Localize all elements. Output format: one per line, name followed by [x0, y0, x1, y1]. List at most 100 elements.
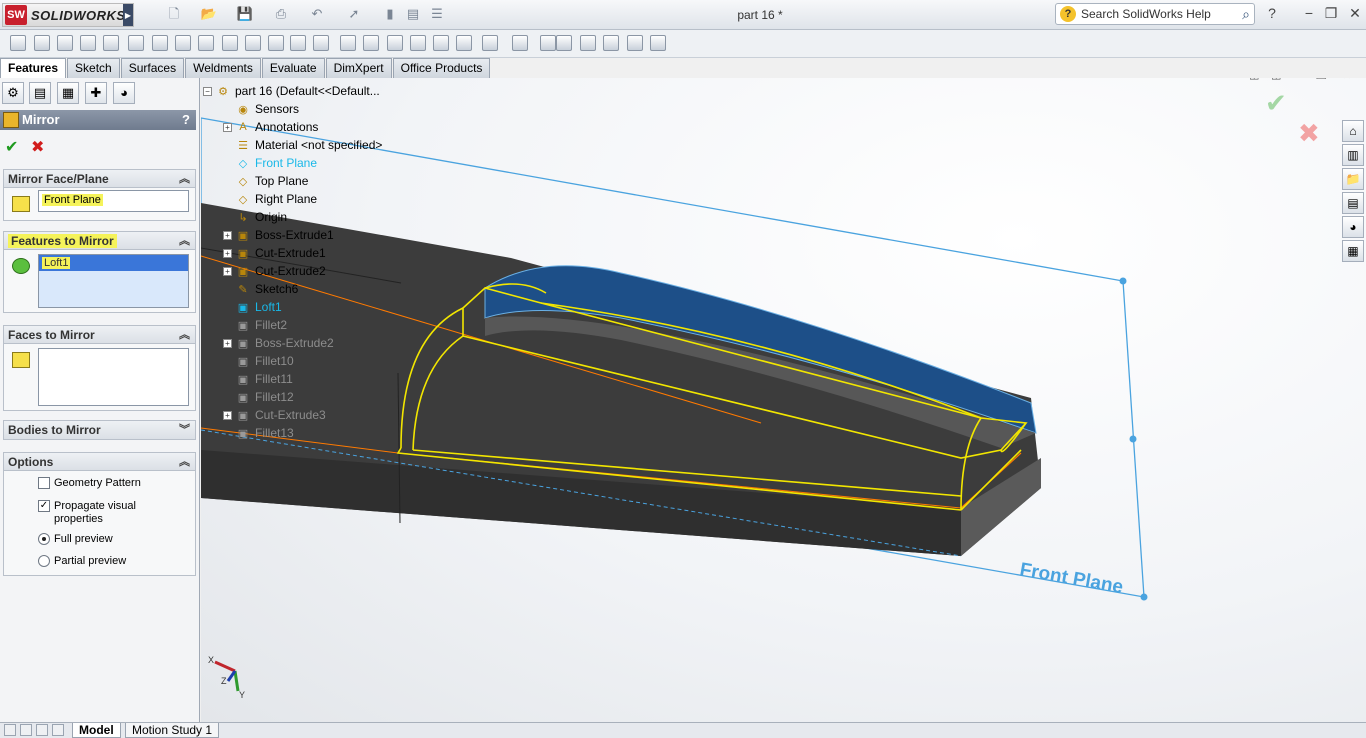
tab-surfaces[interactable]: Surfaces: [120, 58, 185, 78]
file-properties-icon[interactable]: ▤: [404, 6, 422, 22]
feature-tool-icon[interactable]: [433, 35, 449, 51]
view-cube-icon[interactable]: ◫: [597, 78, 613, 80]
previous-view-icon[interactable]: ▧: [962, 78, 978, 80]
tree-item[interactable]: ▣ Fillet2: [223, 316, 287, 334]
feature-tool-icon[interactable]: [363, 35, 379, 51]
view-palette-icon[interactable]: ▤: [1342, 192, 1364, 214]
rebuild-icon[interactable]: ▮: [381, 6, 399, 22]
view-cube-icon[interactable]: ◫: [620, 78, 636, 80]
solidworks-menu-button[interactable]: SW SOLIDWORKS ▶: [2, 3, 134, 27]
expand-icon[interactable]: +: [223, 410, 232, 420]
tree-root[interactable]: − ⚙ part 16 (Default<<Default...: [203, 82, 380, 100]
menu-arrow-icon[interactable]: ▶: [123, 4, 133, 26]
property-manager-tab-icon[interactable]: ▤: [29, 82, 51, 104]
zoom-to-fit-icon[interactable]: ⤢: [551, 78, 567, 80]
scroll-next-icon[interactable]: [36, 724, 48, 736]
tab-motion-study[interactable]: Motion Study 1: [125, 723, 220, 738]
tree-item[interactable]: ▣ Loft1: [223, 298, 282, 316]
select-icon[interactable]: ➚: [345, 6, 363, 22]
scene-icon[interactable]: ◒: [827, 78, 843, 80]
expand-icon[interactable]: +: [223, 122, 232, 132]
tree-item[interactable]: + ▣ Cut-Extrude3: [223, 406, 326, 424]
expand-icon[interactable]: +: [223, 230, 232, 240]
display-manager-tab-icon[interactable]: ◕: [113, 82, 135, 104]
feature-tool-icon[interactable]: [580, 35, 596, 51]
close-button[interactable]: ✕: [1346, 5, 1364, 22]
feature-tool-icon[interactable]: [152, 35, 168, 51]
tree-item[interactable]: ▣ Fillet13: [223, 424, 294, 442]
tree-item[interactable]: ▣ Fillet12: [223, 388, 294, 406]
open-icon[interactable]: 📂: [200, 6, 218, 22]
feature-tool-icon[interactable]: [198, 35, 214, 51]
collapse-icon[interactable]: ︽: [179, 453, 190, 471]
tree-item[interactable]: + A Annotations: [223, 118, 318, 136]
collapse-icon[interactable]: −: [203, 86, 212, 96]
help-icon[interactable]: ?: [1263, 5, 1281, 21]
tree-item[interactable]: ◇ Right Plane: [223, 190, 317, 208]
tree-item[interactable]: + ▣ Cut-Extrude1: [223, 244, 326, 262]
view-settings-icon[interactable]: ▥: [861, 78, 877, 80]
viewport-tile-icon[interactable]: ◫: [1271, 78, 1281, 81]
feature-tool-icon[interactable]: [290, 35, 306, 51]
scroll-first-icon[interactable]: [4, 724, 16, 736]
feature-tool-icon[interactable]: [175, 35, 191, 51]
full-preview-option[interactable]: Full preview: [38, 533, 113, 545]
geometry-pattern-checkbox[interactable]: [38, 477, 50, 489]
feature-tool-icon[interactable]: [456, 35, 472, 51]
tab-evaluate[interactable]: Evaluate: [261, 58, 325, 78]
feature-tool-icon[interactable]: [80, 35, 96, 51]
confirm-cancel-icon[interactable]: ✖: [1298, 118, 1320, 149]
viewport-tile-icon[interactable]: ◫: [1249, 78, 1259, 81]
geometry-pattern-option[interactable]: Geometry Pattern: [38, 477, 141, 489]
expand-icon[interactable]: +: [223, 266, 232, 276]
partial-preview-option[interactable]: Partial preview: [38, 555, 126, 567]
cancel-button[interactable]: ✖: [31, 137, 44, 157]
tab-model[interactable]: Model: [72, 723, 121, 738]
scroll-last-icon[interactable]: [52, 724, 64, 736]
feature-tool-icon[interactable]: [10, 35, 26, 51]
tree-item[interactable]: + ▣ Boss-Extrude2: [223, 334, 334, 352]
feature-tool-icon[interactable]: [512, 35, 528, 51]
file-explorer-icon[interactable]: 📁: [1342, 168, 1364, 190]
viewport-close-icon[interactable]: ✕: [1342, 78, 1352, 82]
propagate-visual-checkbox[interactable]: ✓: [38, 500, 50, 512]
configuration-manager-tab-icon[interactable]: ▦: [57, 82, 79, 104]
minimize-button[interactable]: −: [1300, 5, 1318, 21]
view-cube-icon[interactable]: ◫: [574, 78, 590, 80]
options-heading[interactable]: Options ︽: [4, 453, 195, 471]
search-icon[interactable]: ⌕: [1242, 6, 1250, 23]
tree-item[interactable]: ◇ Top Plane: [223, 172, 309, 190]
view-cube-icon[interactable]: ◫: [666, 78, 682, 80]
view-cube-icon[interactable]: ◫: [643, 78, 659, 80]
tree-item[interactable]: + ▣ Boss-Extrude1: [223, 226, 334, 244]
list-item[interactable]: Loft1: [39, 255, 188, 271]
faces-to-mirror-heading[interactable]: Faces to Mirror ︽: [4, 326, 195, 344]
mirror-plane-field[interactable]: Front Plane: [38, 190, 189, 212]
tab-weldments[interactable]: Weldments: [185, 58, 261, 78]
expand-icon[interactable]: +: [223, 248, 232, 258]
options-icon[interactable]: ☰: [428, 6, 446, 22]
expand-icon[interactable]: +: [223, 338, 232, 348]
features-list[interactable]: Loft1: [38, 254, 189, 308]
features-to-mirror-heading[interactable]: Features to Mirror ︽: [4, 232, 195, 250]
search-input[interactable]: Search SolidWorks Help: [1081, 7, 1242, 21]
section-view-icon[interactable]: ▣: [689, 78, 705, 80]
custom-properties-icon[interactable]: ▦: [1342, 240, 1364, 262]
graphics-area[interactable]: Front Plane X Y Z ⤢ ◫ ◫ ◫ ◫ ◫ ▣ ▤ ◧ ⚘ ● …: [201, 78, 1366, 722]
help-button[interactable]: ?: [182, 112, 190, 127]
home-icon[interactable]: ⌂: [1342, 120, 1364, 142]
bodies-to-mirror-heading[interactable]: Bodies to Mirror ︾: [4, 421, 195, 439]
feature-tool-icon[interactable]: [482, 35, 498, 51]
design-library-icon[interactable]: ▥: [1342, 144, 1364, 166]
pan-icon[interactable]: ▦: [916, 78, 932, 80]
feature-manager-tab-icon[interactable]: ⚙: [2, 82, 24, 104]
mirror-face-plane-heading[interactable]: Mirror Face/Plane ︽: [4, 170, 195, 188]
feature-tool-icon[interactable]: [128, 35, 144, 51]
partial-preview-radio[interactable]: [38, 555, 50, 567]
collapse-icon[interactable]: ︽: [179, 326, 190, 344]
faces-list[interactable]: [38, 348, 189, 406]
confirm-ok-icon[interactable]: ✔: [1265, 88, 1287, 119]
tree-item[interactable]: ◇ Front Plane: [223, 154, 317, 172]
restore-button[interactable]: ❐: [1322, 5, 1340, 22]
feature-tool-icon[interactable]: [650, 35, 666, 51]
